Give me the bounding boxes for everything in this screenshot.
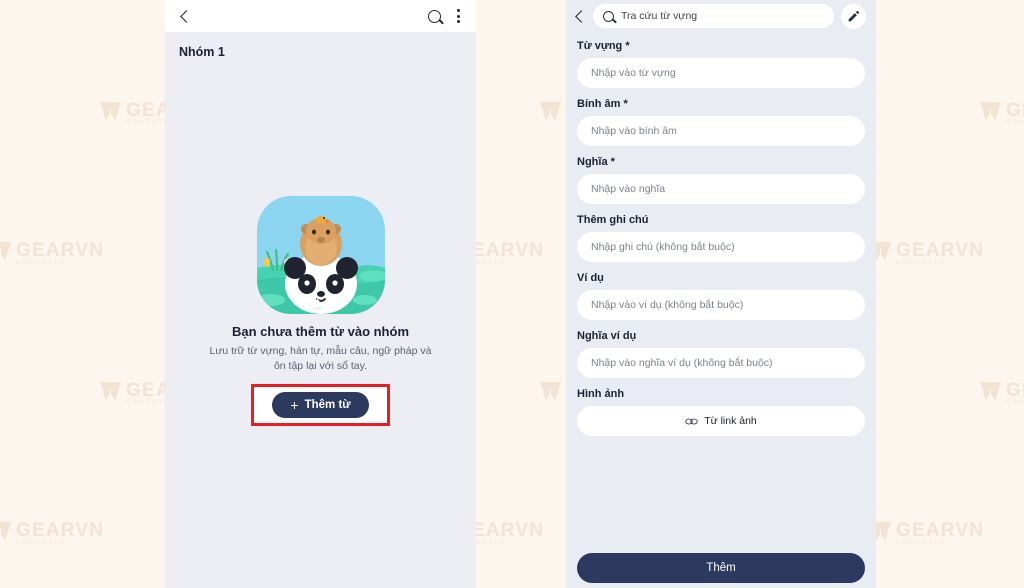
back-button[interactable]	[179, 9, 193, 23]
gearvn-logo-icon	[540, 382, 561, 401]
input-example-meaning-placeholder: Nhập vào nghĩa ví dụ (không bắt buộc)	[591, 357, 773, 369]
watermark-subtext: COMPUTER	[1006, 120, 1024, 126]
field-image: Hình ảnh Từ link ảnh	[577, 388, 865, 436]
search-button[interactable]	[428, 9, 457, 23]
input-example[interactable]: Nhập vào ví dụ (không bắt buộc)	[577, 290, 865, 320]
group-title[interactable]: Nhóm 1	[165, 32, 476, 71]
gearvn-logo-icon	[0, 242, 11, 261]
field-label-example-meaning: Nghĩa ví dụ	[577, 330, 637, 342]
panda-capybara-illustration	[256, 196, 385, 314]
search-input-placeholder: Tra cứu từ vựng	[621, 10, 698, 22]
add-word-button[interactable]: + Thêm từ	[272, 392, 369, 418]
watermark-subtext: COMPUTER	[896, 540, 947, 546]
watermark-text: GEARVN	[1006, 100, 1024, 121]
input-example-meaning[interactable]: Nhập vào nghĩa ví dụ (không bắt buộc)	[577, 348, 865, 378]
watermark-text: GEARVN	[1006, 380, 1024, 401]
image-from-link-button[interactable]: Từ link ảnh	[577, 406, 865, 436]
field-vocabulary: Từ vựng * Nhập vào từ vựng	[577, 40, 865, 88]
field-label-example: Ví dụ	[577, 272, 604, 284]
empty-state-subtitle: Lưu trữ từ vựng, hán tự, mẫu câu, ngữ ph…	[209, 345, 432, 372]
field-example: Ví dụ Nhập vào ví dụ (không bắt buộc)	[577, 272, 865, 320]
search-input[interactable]: Tra cứu từ vựng	[593, 4, 834, 28]
input-meaning-placeholder: Nhập vào nghĩa	[591, 183, 666, 195]
left-topbar	[165, 0, 476, 32]
watermark-gearvn: GEARVNCOMPUTER	[0, 520, 105, 546]
input-pinyin[interactable]: Nhập vào bính âm	[577, 116, 865, 146]
illustration-artwork	[256, 216, 385, 314]
right-phone-screen: Tra cứu từ vựng Từ vựng * Nhập vào từ vự…	[566, 0, 876, 588]
back-chevron-icon	[180, 9, 193, 23]
submit-button[interactable]: Thêm	[577, 553, 865, 583]
vocabulary-form: Từ vựng * Nhập vào từ vựng Bính âm * Nhậ…	[566, 32, 876, 436]
plus-icon: +	[290, 397, 299, 413]
field-label-pinyin: Bính âm *	[577, 98, 628, 110]
illustration-sky-backdrop	[256, 196, 385, 314]
watermark-gearvn: GEARVNCOMPUTER	[980, 100, 1024, 126]
empty-state: Bạn chưa thêm từ vào nhóm Lưu trữ từ vựn…	[165, 196, 476, 426]
field-pinyin: Bính âm * Nhập vào bính âm	[577, 98, 865, 146]
watermark-subtext: COMPUTER	[1006, 400, 1024, 406]
pencil-icon	[848, 10, 860, 21]
field-label-meaning: Nghĩa *	[577, 156, 615, 168]
field-label-note: Thêm ghi chú	[577, 214, 649, 226]
input-vocabulary[interactable]: Nhập vào từ vựng	[577, 58, 865, 88]
watermark-subtext: COMPUTER	[16, 540, 67, 546]
gearvn-logo-icon	[980, 382, 1001, 401]
watermark-subtext: COMPUTER	[16, 260, 67, 266]
watermark-subtext: COMPUTER	[896, 260, 947, 266]
watermark-text: GEARVN	[896, 520, 985, 541]
image-from-link-label: Từ link ảnh	[704, 415, 757, 427]
add-word-button-label: Thêm từ	[304, 399, 351, 411]
watermark-text: GEARVN	[16, 520, 105, 541]
watermark-gearvn: GEARVNCOMPUTER	[0, 240, 105, 266]
watermark-text: GEARVN	[896, 240, 985, 261]
back-chevron-icon	[575, 9, 588, 23]
gearvn-logo-icon	[100, 102, 121, 121]
right-topbar: Tra cứu từ vựng	[566, 0, 876, 32]
field-example-meaning: Nghĩa ví dụ Nhập vào nghĩa ví dụ (không …	[577, 330, 865, 378]
input-note[interactable]: Nhập ghi chú (không bắt buộc)	[577, 232, 865, 262]
link-icon	[685, 417, 698, 426]
gearvn-logo-icon	[0, 522, 11, 541]
field-meaning: Nghĩa * Nhập vào nghĩa	[577, 156, 865, 204]
gearvn-logo-icon	[540, 102, 561, 121]
input-example-placeholder: Nhập vào ví dụ (không bắt buộc)	[591, 299, 744, 311]
overflow-menu-button[interactable]	[457, 9, 462, 23]
submit-area: Thêm	[577, 553, 865, 583]
watermark-text: GEARVN	[16, 240, 105, 261]
left-phone-screen: Nhóm 1 Bạn chưa thêm từ vào nhóm Lưu trữ…	[165, 0, 476, 588]
search-icon	[428, 9, 441, 23]
field-label-vocabulary: Từ vựng *	[577, 40, 630, 52]
watermark-gearvn: GEARVNCOMPUTER	[980, 380, 1024, 406]
empty-state-title: Bạn chưa thêm từ vào nhóm	[231, 324, 410, 339]
gearvn-logo-icon	[980, 102, 1001, 121]
gearvn-logo-icon	[100, 382, 121, 401]
highlight-box: + Thêm từ	[251, 384, 390, 426]
input-note-placeholder: Nhập ghi chú (không bắt buộc)	[591, 241, 735, 253]
input-vocabulary-placeholder: Nhập vào từ vựng	[591, 67, 676, 79]
field-note: Thêm ghi chú Nhập ghi chú (không bắt buộ…	[577, 214, 865, 262]
back-button-right[interactable]	[574, 9, 588, 23]
search-icon	[603, 10, 614, 22]
edit-button[interactable]	[841, 3, 866, 29]
watermark-gearvn: GEARVNCOMPUTER	[870, 240, 985, 266]
field-label-image: Hình ảnh	[577, 388, 625, 400]
kebab-menu-icon	[457, 9, 460, 23]
input-meaning[interactable]: Nhập vào nghĩa	[577, 174, 865, 204]
watermark-gearvn: GEARVNCOMPUTER	[870, 520, 985, 546]
input-pinyin-placeholder: Nhập vào bính âm	[591, 125, 677, 137]
